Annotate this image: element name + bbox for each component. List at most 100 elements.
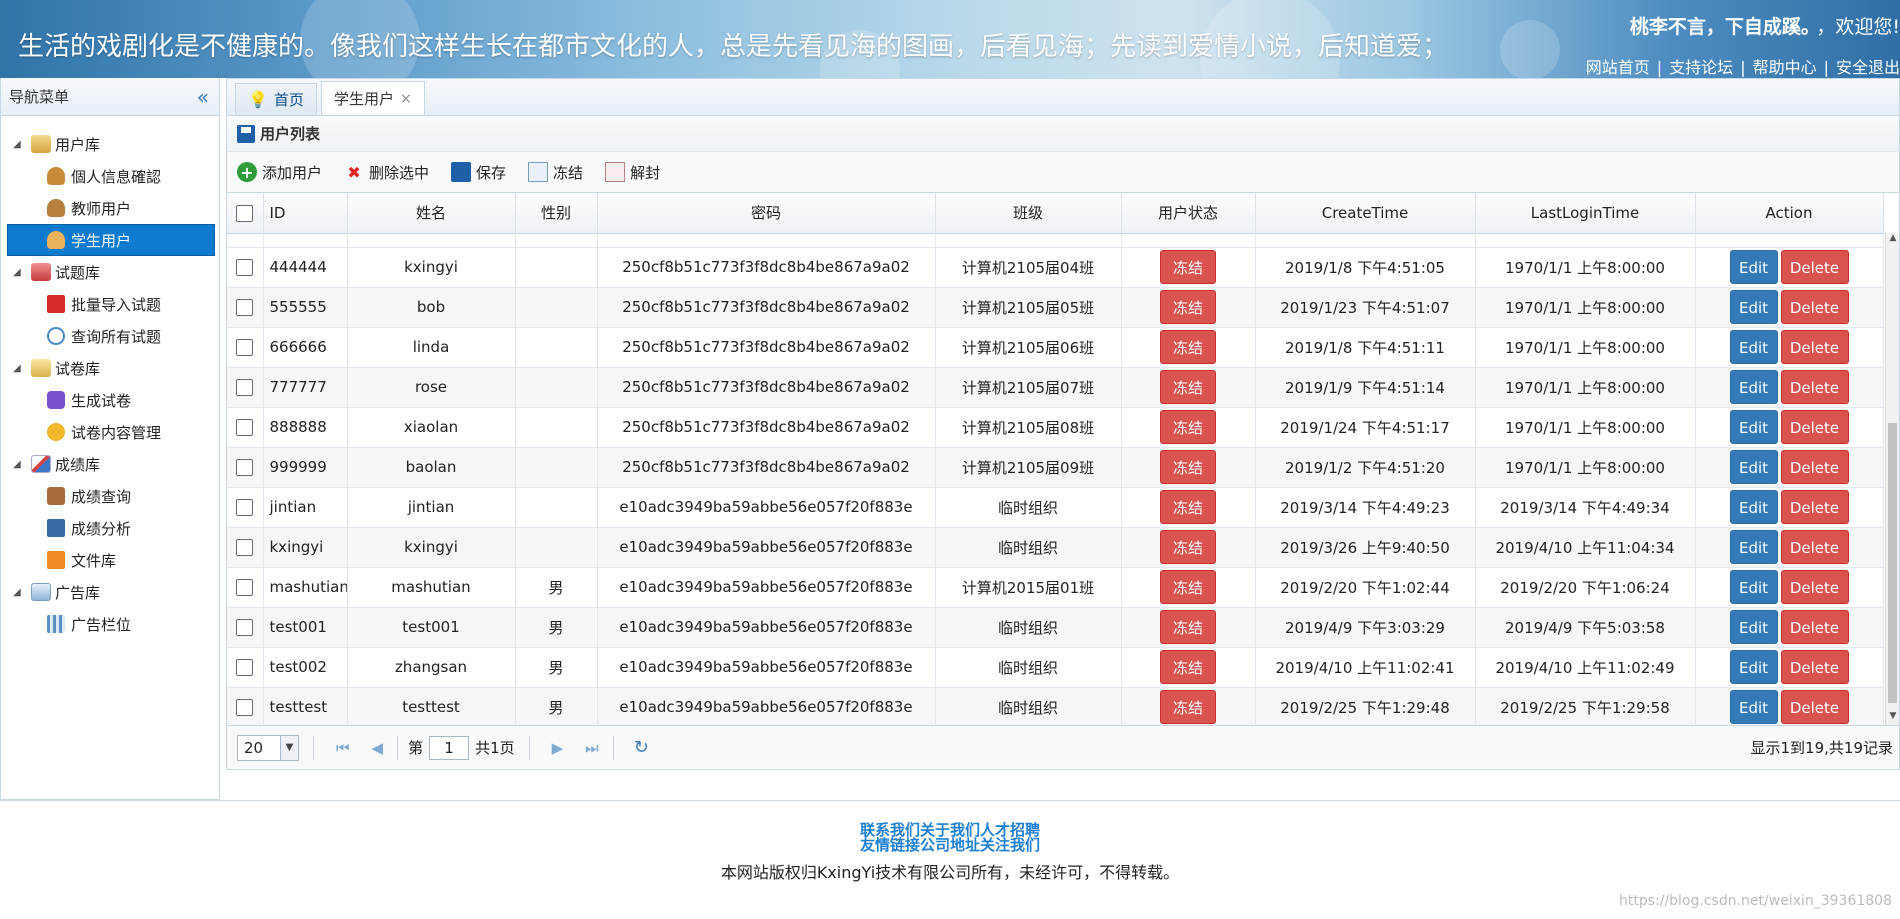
delete-button[interactable]: Delete <box>1780 410 1849 444</box>
table-row[interactable]: 444444 kxingyi 250cf8b51c773f3f8dc8b4be867… <box>227 247 1884 288</box>
double-chevron-left-icon[interactable]: « <box>197 85 209 109</box>
table-row[interactable]: 777777 rose 250cf8b51c773f3f8dc8b4be867a9a… <box>227 367 1884 408</box>
prev-page-icon[interactable]: ◀ <box>372 739 384 757</box>
edit-button[interactable]: Edit <box>1729 250 1778 284</box>
table-row[interactable]: 999999 baolan 250cf8b51c773f3f8dc8b4be867a… <box>227 447 1884 488</box>
refresh-icon[interactable]: ↻ <box>634 737 649 758</box>
table-row[interactable]: mashutian mashutian 男 e10adc3949ba59abbe56e… <box>227 567 1884 608</box>
edit-button[interactable]: Edit <box>1729 290 1778 324</box>
freeze-user-button[interactable]: 冻结 <box>1160 490 1216 524</box>
row-checkbox[interactable] <box>236 579 254 596</box>
row-checkbox[interactable] <box>236 539 254 556</box>
edit-button[interactable]: Edit <box>1729 570 1778 604</box>
freeze-user-button[interactable]: 冻结 <box>1160 450 1216 484</box>
delete-button[interactable]: Delete <box>1780 490 1849 524</box>
delete-button[interactable]: Delete <box>1780 290 1849 324</box>
sidebar-item-students[interactable]: 学生用户 <box>7 224 215 256</box>
column-header-status[interactable]: 用户状态 <box>1121 193 1256 234</box>
column-header-gender[interactable]: 性别 <box>515 193 598 234</box>
edit-button[interactable]: Edit <box>1729 650 1778 684</box>
add-user-button[interactable]: + 添加用户 <box>237 162 322 183</box>
row-checkbox[interactable] <box>236 259 254 276</box>
sidebar-item-query-questions[interactable]: 查询所有试题 <box>1 320 219 352</box>
column-header-class[interactable]: 班级 <box>935 193 1122 234</box>
freeze-user-button[interactable]: 冻结 <box>1160 330 1216 364</box>
delete-button[interactable]: Delete <box>1780 650 1849 684</box>
table-row[interactable]: 888888 xiaolan 250cf8b51c773f3f8dc8b4be867… <box>227 407 1884 448</box>
column-header-id[interactable]: ID <box>263 193 348 234</box>
delete-button[interactable]: Delete <box>1780 570 1849 604</box>
edit-button[interactable]: Edit <box>1729 370 1778 404</box>
tree-group-ads[interactable]: ◢ 广告库 <box>1 576 219 608</box>
save-button[interactable]: 保存 <box>451 162 506 183</box>
close-icon[interactable]: × <box>400 91 412 107</box>
delete-button[interactable]: Delete <box>1780 450 1849 484</box>
unseal-button[interactable]: 解封 <box>605 162 660 183</box>
expand-arrow-icon[interactable]: ◢ <box>13 139 27 150</box>
link-logout[interactable]: 安全退出 <box>1836 58 1900 77</box>
freeze-user-button[interactable]: 冻结 <box>1160 650 1216 684</box>
table-row[interactable]: testtest testtest 男 e10adc3949ba59abbe56e05… <box>227 687 1884 725</box>
row-checkbox[interactable] <box>236 379 254 396</box>
row-checkbox[interactable] <box>236 419 254 436</box>
row-checkbox[interactable] <box>236 699 254 716</box>
sidebar-item-ad-slots[interactable]: 广告栏位 <box>1 608 219 640</box>
expand-arrow-icon[interactable]: ◢ <box>13 587 27 598</box>
page-size-select[interactable]: 20 ▼ <box>237 734 299 761</box>
column-header-password[interactable]: 密码 <box>597 193 936 234</box>
sidebar-item-import-questions[interactable]: 批量导入试题 <box>1 288 219 320</box>
page-number-input[interactable]: 1 <box>429 735 470 760</box>
freeze-user-button[interactable]: 冻结 <box>1160 410 1216 444</box>
footer-link[interactable]: 友情链接公司地址关注我们 <box>860 836 1040 854</box>
row-checkbox[interactable] <box>236 619 254 636</box>
edit-button[interactable]: Edit <box>1729 530 1778 564</box>
edit-button[interactable]: Edit <box>1729 450 1778 484</box>
scroll-up-icon[interactable]: ▲ <box>1886 233 1899 247</box>
tree-group-papers[interactable]: ◢ 试卷库 <box>1 352 219 384</box>
select-all-checkbox[interactable] <box>236 204 254 222</box>
delete-button[interactable]: Delete <box>1780 250 1849 284</box>
freeze-user-button[interactable]: 冻结 <box>1160 530 1216 564</box>
sidebar-item-generate-paper[interactable]: 生成试卷 <box>1 384 219 416</box>
edit-button[interactable]: Edit <box>1729 410 1778 444</box>
first-page-icon[interactable]: ⏮ <box>336 739 350 757</box>
sidebar-item-score-analysis[interactable]: 成绩分析 <box>1 512 219 544</box>
expand-arrow-icon[interactable]: ◢ <box>13 459 27 470</box>
table-row[interactable]: 666666 linda 250cf8b51c773f3f8dc8b4be867a9… <box>227 327 1884 368</box>
freeze-user-button[interactable]: 冻结 <box>1160 370 1216 404</box>
table-row[interactable]: test001 test001 男 e10adc3949ba59abbe56e057f… <box>227 607 1884 648</box>
table-row[interactable]: jintian jintian e10adc3949ba59abbe56e057f2… <box>227 487 1884 528</box>
tree-group-scores[interactable]: ◢ 成绩库 <box>1 448 219 480</box>
edit-button[interactable]: Edit <box>1729 330 1778 364</box>
freeze-button[interactable]: 冻结 <box>528 162 583 183</box>
freeze-user-button[interactable]: 冻结 <box>1160 290 1216 324</box>
sidebar-item-teachers[interactable]: 教师用户 <box>1 192 219 224</box>
delete-button[interactable]: Delete <box>1780 610 1849 644</box>
footer-links-row2[interactable]: 友情链接公司地址关注我们 <box>0 834 1900 855</box>
freeze-user-button[interactable]: 冻结 <box>1160 250 1216 284</box>
delete-button[interactable]: Delete <box>1780 530 1849 564</box>
sidebar-item-file-library[interactable]: 文件库 <box>1 544 219 576</box>
tab-home[interactable]: 💡 首页 <box>235 83 317 115</box>
edit-button[interactable]: Edit <box>1729 610 1778 644</box>
row-checkbox[interactable] <box>236 299 254 316</box>
tree-group-users[interactable]: ◢ 用户库 <box>1 128 219 160</box>
delete-button[interactable]: Delete <box>1780 370 1849 404</box>
freeze-user-button[interactable]: 冻结 <box>1160 570 1216 604</box>
link-home[interactable]: 网站首页 <box>1586 58 1650 77</box>
edit-button[interactable]: Edit <box>1729 490 1778 524</box>
column-header-action[interactable]: Action <box>1695 193 1884 234</box>
chevron-down-icon[interactable]: ▼ <box>280 735 298 760</box>
column-header-name[interactable]: 姓名 <box>347 193 516 234</box>
expand-arrow-icon[interactable]: ◢ <box>13 267 27 278</box>
row-checkbox[interactable] <box>236 499 254 516</box>
freeze-user-button[interactable]: 冻结 <box>1160 610 1216 644</box>
sidebar-item-score-query[interactable]: 成绩查询 <box>1 480 219 512</box>
table-row[interactable]: kxingyi kxingyi e10adc3949ba59abbe56e057f2… <box>227 527 1884 568</box>
delete-button[interactable]: Delete <box>1780 690 1849 724</box>
tab-students[interactable]: 学生用户 × <box>320 81 425 115</box>
column-header-last-login[interactable]: LastLoginTime <box>1475 193 1696 234</box>
link-forum[interactable]: 支持论坛 <box>1669 58 1733 77</box>
last-page-icon[interactable]: ⏭ <box>585 739 599 757</box>
tree-group-questions[interactable]: ◢ 试题库 <box>1 256 219 288</box>
